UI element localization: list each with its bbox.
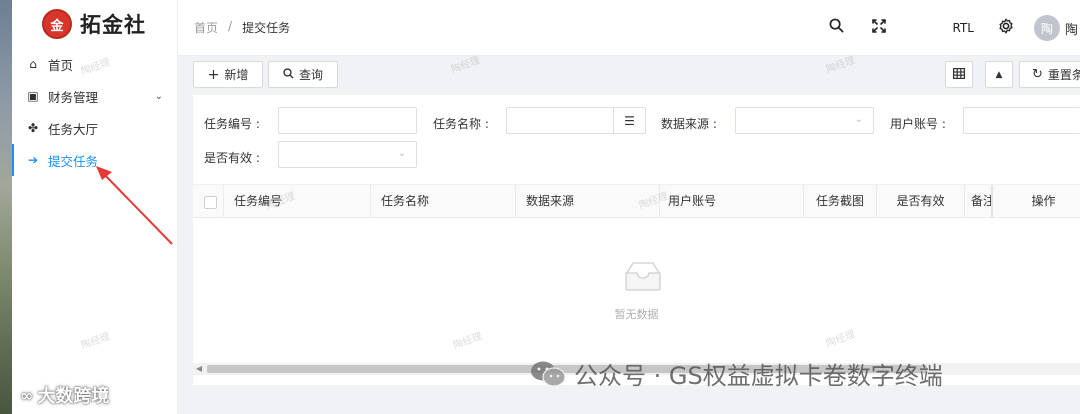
bottom-left-watermark: ∞ 大数跨境 [20, 382, 109, 408]
sidebar-item-label: 任务大厅 [48, 121, 99, 137]
breadcrumb-home[interactable]: 首页 [194, 19, 218, 36]
refresh-icon: ↻ [1032, 67, 1043, 82]
caret-up-icon: ▲ [995, 69, 1003, 80]
user-menu[interactable]: 陶 陶 [1034, 15, 1080, 41]
search-form: 任务编号 : 任务名称 : ☰ 数据来源 : ⌄ 用户账号 : 是否有效 : ⌄ [193, 95, 1080, 179]
column-header-task-no[interactable]: 任务编号 [224, 185, 371, 218]
infinity-logo-icon: ∞ [20, 385, 34, 405]
data-source-select[interactable]: ⌄ [735, 107, 874, 134]
logo-text: 拓金社 [80, 12, 146, 37]
grid-icon [953, 67, 966, 82]
sidebar-item-label: 首页 [48, 57, 74, 73]
add-button-label: 新增 [224, 68, 249, 82]
toolbar: + 新增 查询 ▲ ↻ 重置条 [193, 61, 1080, 89]
rtl-toggle[interactable]: RTL [953, 21, 974, 35]
arrow-right-icon: ➔ [27, 153, 39, 167]
user-account-label: 用户账号 : [890, 117, 946, 131]
wechat-watermark-text: 公众号 · GS权益虚拟卡卷数字终端 [574, 362, 943, 390]
column-header-actions: 操作 [1031, 194, 1056, 208]
sidebar-item-label: 财务管理 [48, 89, 99, 105]
plus-icon: + [207, 66, 220, 83]
top-header: 首页 / 提交任务 RTL 陶 陶 [178, 0, 1080, 56]
chevron-down-icon: ⌄ [854, 114, 863, 125]
logo[interactable]: 金 拓金社 [12, 0, 177, 48]
reset-button[interactable]: ↻ 重置条 [1019, 61, 1080, 88]
query-button-label: 查询 [298, 68, 323, 82]
select-all-checkbox[interactable] [204, 196, 217, 209]
wechat-icon [531, 361, 566, 387]
column-header-task-name[interactable]: 任务名称 [371, 185, 516, 218]
chevron-down-icon: ⌄ [154, 90, 163, 102]
task-hall-icon: ✤ [27, 121, 39, 135]
breadcrumb-separator: / [228, 19, 233, 33]
task-no-input[interactable] [278, 107, 417, 134]
add-button[interactable]: + 新增 [193, 61, 263, 88]
select-all-cell [193, 185, 224, 218]
column-header-user-account[interactable]: 用户账号 [660, 185, 804, 218]
table-header: 任务编号 任务名称 数据来源 用户账号 任务截图 是否有效 备注 操作 [193, 184, 1080, 218]
search-icon[interactable] [829, 18, 844, 37]
list-picker-icon[interactable]: ☰ [613, 108, 645, 133]
data-source-label: 数据来源 : [661, 117, 717, 131]
breadcrumb-current: 提交任务 [242, 21, 291, 35]
collapse-button[interactable]: ▲ [985, 61, 1013, 88]
sidebar-item-home[interactable]: ⌂ 首页 [12, 48, 177, 80]
sidebar-menu: ⌂ 首页 ▣ 财务管理 ⌄ ✤ 任务大厅 ➔ 提交任务 [12, 48, 177, 176]
gear-icon[interactable] [998, 18, 1014, 38]
wechat-watermark: 公众号 · GS权益虚拟卡卷数字终端 [530, 356, 943, 391]
is-valid-label: 是否有效 : [204, 151, 260, 165]
scroll-left-icon[interactable]: ◀ [196, 363, 202, 375]
empty-inbox-icon [625, 262, 661, 291]
user-account-input[interactable] [963, 107, 1080, 134]
column-settings-button[interactable] [945, 61, 973, 88]
logo-mark-icon: 金 [42, 9, 72, 39]
column-header-remark[interactable]: 备注 [965, 185, 993, 218]
breadcrumb: 首页 / 提交任务 [178, 19, 290, 36]
sidebar-item-task-hall[interactable]: ✤ 任务大厅 [12, 112, 177, 144]
table-empty-state: 暂无数据 [193, 219, 1080, 359]
chevron-down-icon: ⌄ [397, 148, 406, 159]
home-icon: ⌂ [29, 57, 37, 71]
search-icon [283, 67, 294, 82]
sidebar-item-finance[interactable]: ▣ 财务管理 ⌄ [12, 80, 177, 112]
fullscreen-icon[interactable] [872, 19, 886, 37]
empty-text: 暂无数据 [614, 308, 659, 321]
column-header-task-screenshot[interactable]: 任务截图 [804, 185, 877, 218]
username: 陶 [1065, 22, 1079, 38]
bottom-left-watermark-text: 大数跨境 [37, 386, 110, 407]
finance-icon: ▣ [27, 89, 39, 103]
annotation-arrow-icon [96, 166, 173, 245]
task-no-label: 任务编号 : [204, 117, 260, 131]
query-button[interactable]: 查询 [268, 61, 338, 88]
avatar: 陶 [1034, 15, 1060, 41]
column-header-is-valid[interactable]: 是否有效 [877, 185, 965, 218]
column-header-data-source[interactable]: 数据来源 [516, 185, 660, 218]
task-name-input[interactable]: ☰ [506, 107, 646, 134]
is-valid-select[interactable]: ⌄ [278, 141, 417, 168]
content-card: 任务编号 : 任务名称 : ☰ 数据来源 : ⌄ 用户账号 : 是否有效 : ⌄… [193, 95, 1080, 385]
background-photo-strip [0, 0, 12, 414]
task-name-label: 任务名称 : [433, 117, 489, 131]
reset-button-label: 重置条 [1047, 68, 1080, 82]
